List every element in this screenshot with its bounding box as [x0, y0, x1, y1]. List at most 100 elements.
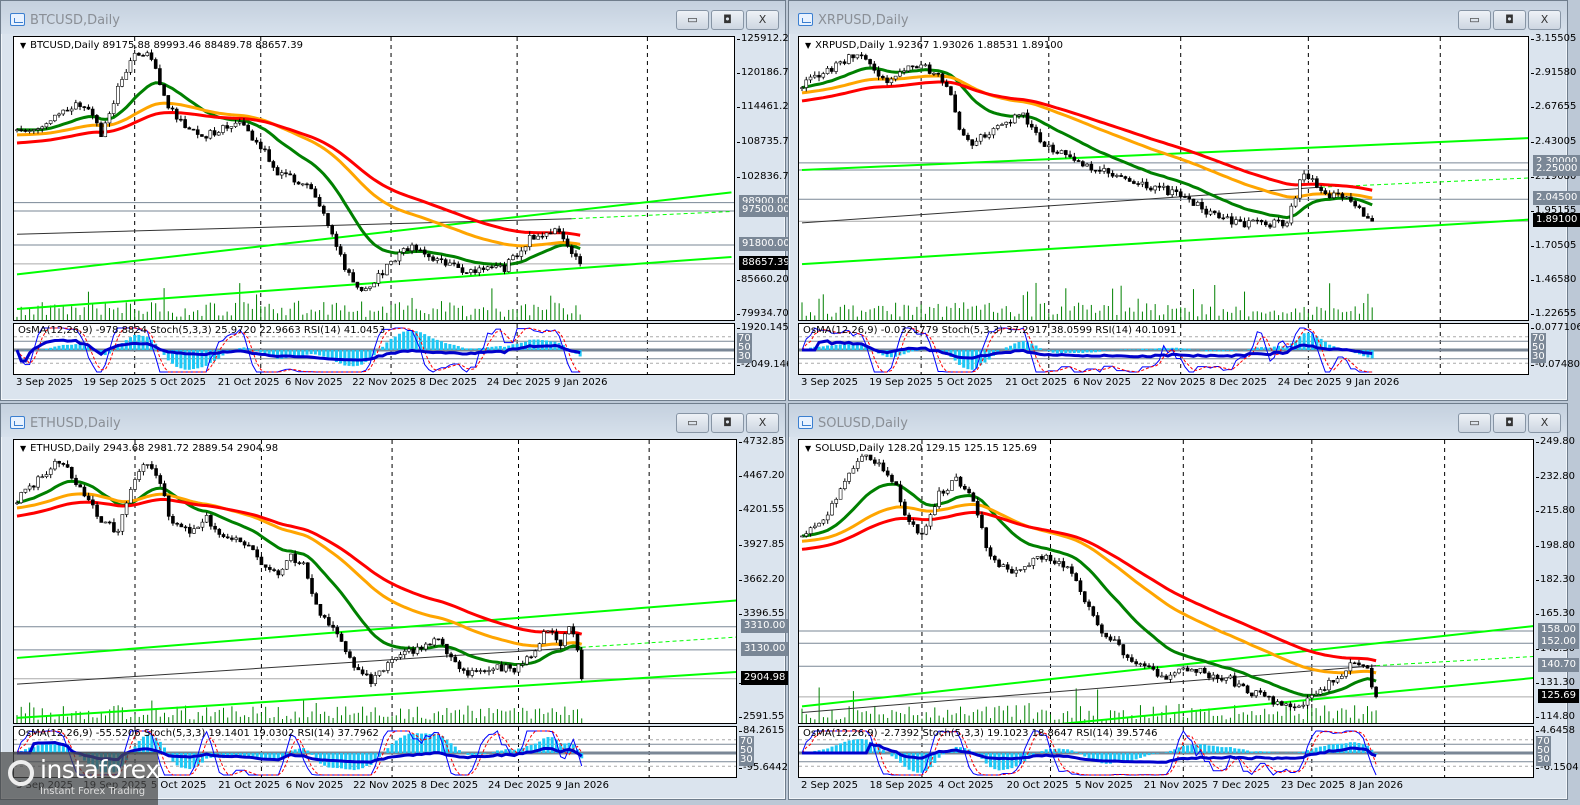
price-axis-label: 85660.20 [737, 273, 789, 285]
candle [1272, 218, 1277, 228]
close-button[interactable]: X [746, 10, 779, 30]
candle-body [1366, 216, 1370, 219]
title-bar[interactable]: SOLUSD,Daily ▭ ◘ X [789, 404, 1567, 437]
candle-body [1115, 175, 1119, 177]
osma-histogram-bar [74, 344, 78, 350]
close-button[interactable]: X [1528, 413, 1561, 433]
candle-body [557, 228, 561, 233]
candle-body [1035, 556, 1040, 559]
osma-histogram-bar [1072, 350, 1076, 354]
indicator-pane[interactable]: OsMA(12,26,9) -2.7392 Stoch(5,3,3) 19.10… [798, 726, 1534, 778]
title-bar[interactable]: BTCUSD,Daily ▭ ◘ X [1, 1, 785, 34]
main-chart-pane[interactable]: ▼ ETHUSD,Daily 2943.68 2981.72 2889.54 29… [13, 439, 737, 724]
minimize-button[interactable]: ▭ [1458, 10, 1491, 30]
main-chart-pane[interactable]: ▼ XRPUSD,Daily 1.92367 1.93026 1.88531 1.… [798, 36, 1529, 321]
candle-body [1022, 566, 1027, 570]
osma-histogram-bar [458, 750, 462, 753]
candle [957, 110, 962, 131]
candle [435, 256, 440, 264]
restore-button[interactable]: ◘ [711, 413, 744, 433]
osma-histogram-bar [542, 738, 546, 753]
candle-body [1275, 701, 1280, 705]
candle [470, 667, 474, 678]
restore-button[interactable]: ◘ [711, 10, 744, 30]
collapse-triangle-icon[interactable]: ▼ [20, 444, 26, 453]
candle-body [1259, 220, 1264, 223]
level-price-tag: 152.00 [1538, 635, 1579, 650]
candle [112, 518, 116, 533]
date-axis-label: 22 Nov 2025 [353, 780, 418, 791]
title-bar[interactable]: ETHUSD,Daily ▭ ◘ X [1, 404, 785, 437]
candle [251, 545, 255, 551]
chart-window-solusd[interactable]: SOLUSD,Daily ▭ ◘ X ▼ SOLUSD,Daily 128.20 129.… [788, 403, 1579, 800]
candle [1164, 674, 1168, 680]
candle-body [565, 238, 570, 247]
minimize-button[interactable]: ▭ [676, 413, 709, 433]
osma-histogram-bar [495, 750, 499, 753]
candle-body [1298, 179, 1302, 199]
collapse-triangle-icon[interactable]: ▼ [805, 41, 811, 50]
candle [1225, 213, 1230, 219]
candle [903, 499, 907, 517]
candle-body [903, 501, 907, 516]
candle [898, 68, 902, 78]
candle [1344, 670, 1348, 679]
title-bar[interactable]: XRPUSD,Daily ▭ ◘ X [789, 1, 1567, 34]
candle [1301, 701, 1306, 709]
osma-histogram-bar [1301, 751, 1305, 753]
candle [132, 49, 137, 62]
candle [272, 567, 276, 573]
candle-body [1245, 685, 1250, 694]
price-axis-label: 232.80 [1536, 470, 1575, 482]
restore-button[interactable]: ◘ [1493, 413, 1526, 433]
osma-histogram-bar [498, 346, 502, 350]
candle [567, 626, 571, 635]
candle [1151, 663, 1156, 671]
chart-window-ethusd[interactable]: ETHUSD,Daily ▭ ◘ X ▼ ETHUSD,Daily 2943.68 298… [0, 403, 789, 800]
candle-body [457, 661, 462, 670]
candle-body [920, 532, 924, 535]
candle-body [53, 461, 57, 470]
candle-body [546, 630, 550, 633]
close-button[interactable]: X [746, 413, 779, 433]
chart-window-btcusd[interactable]: BTCUSD,Daily ▭ ◘ X ▼ BTCUSD,Daily 89175.88 89… [0, 0, 795, 401]
candle [1181, 667, 1186, 671]
indicator-pane[interactable]: OsMA(12,26,9) -978.8824 Stoch(5,3,3) 25.… [13, 323, 735, 375]
indicator-level-tag: 30 [1536, 753, 1551, 766]
collapse-triangle-icon[interactable]: ▼ [805, 444, 811, 453]
chart-window-xrpusd[interactable]: XRPUSD,Daily ▭ ◘ X ▼ XRPUSD,Daily 1.92367 1.9… [788, 0, 1580, 401]
candle [1034, 124, 1038, 136]
collapse-triangle-icon[interactable]: ▼ [20, 41, 26, 50]
candle-body [251, 545, 255, 551]
candle-body [1108, 636, 1113, 641]
candle-body [1121, 644, 1126, 656]
restore-button[interactable]: ◘ [1493, 10, 1526, 30]
osma-histogram-bar [439, 341, 443, 350]
candle [1093, 169, 1098, 174]
candle-body [339, 633, 344, 642]
osma-histogram-bar [293, 749, 297, 753]
main-chart-pane[interactable]: ▼ BTCUSD,Daily 89175.88 89993.46 88489.78… [13, 36, 735, 321]
minimize-button[interactable]: ▭ [676, 10, 709, 30]
close-button[interactable]: X [1528, 10, 1561, 30]
candle-body [919, 64, 923, 69]
minimize-button[interactable]: ▭ [1458, 413, 1491, 433]
candle [481, 265, 486, 273]
candle-body [1127, 178, 1132, 182]
indicator-pane[interactable]: OsMA(12,26,9) -0.0321779 Stoch(5,3,3) 37… [798, 323, 1529, 375]
candle-body [1183, 196, 1187, 198]
candle-body [1268, 224, 1272, 228]
candle-body [842, 61, 847, 64]
candle [1319, 185, 1323, 194]
candle [124, 501, 129, 518]
candle-body [242, 541, 247, 546]
chart-header: ▼ SOLUSD,Daily 128.20 129.15 125.15 125.6… [805, 443, 1037, 454]
candle [179, 115, 183, 122]
candle [961, 127, 966, 136]
candle-body [120, 514, 125, 532]
main-chart-pane[interactable]: ▼ SOLUSD,Daily 128.20 129.15 125.15 125.6… [798, 439, 1534, 724]
candle-body [1170, 189, 1174, 196]
osma-histogram-bar [1130, 753, 1134, 761]
osma-histogram-bar [255, 350, 259, 351]
trendline [801, 218, 1528, 266]
